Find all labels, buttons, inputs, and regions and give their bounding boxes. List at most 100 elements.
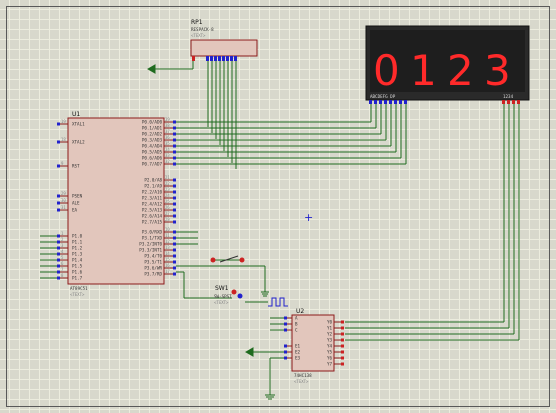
u1-right-pin-label: P2.0/A8 [144, 178, 162, 183]
u1-left-pin-number: 2 [61, 237, 64, 242]
u2-right-pin[interactable]: Y7 [327, 362, 344, 367]
u2-right-pin-label: Y1 [327, 326, 333, 331]
u1-right-pin-number: 23 [165, 187, 170, 192]
u1-right-pin-number: 17 [165, 269, 170, 274]
u1-right-pin-label: P2.6/A14 [142, 214, 163, 219]
rp1-body [190, 39, 258, 57]
u1-right-pin-label: P3.5/T1 [144, 260, 162, 265]
u1-right-pin-number: 37 [165, 129, 170, 134]
u1-right-pin-number: 33 [165, 153, 170, 158]
u1-right-pin-label: P0.7/AD7 [142, 162, 163, 167]
u1-right-pin-label: P3.0/RXD [142, 230, 163, 235]
u2-right-pin-label: Y6 [327, 356, 333, 361]
u2-right-pin[interactable]: Y0 [327, 320, 344, 325]
u1-right-pin-label: P0.2/AD2 [142, 132, 163, 137]
u1-right-pin-label: P3.3/INT1 [139, 248, 162, 253]
u1-left-pin-label: ALE [72, 201, 80, 206]
u1-right-pin-label: P3.1/TXD [142, 236, 163, 241]
display-digit-4: 3 [484, 46, 511, 95]
display-digit-2: 1 [410, 46, 437, 95]
u1-left-pin-number: 6 [61, 261, 64, 266]
u1-left-pin-label: P1.2 [72, 246, 83, 251]
u1-ref: U1 [72, 111, 80, 118]
u2-right-pin[interactable]: Y6 [327, 356, 344, 361]
u1-left-pin-number: 4 [61, 249, 64, 254]
u1-text: <TEXT> [70, 292, 85, 297]
u1-right-pin-number: 16 [165, 263, 170, 268]
display-digit-3: 2 [447, 46, 474, 95]
seven-segment-display: 0 1 2 3 ABCDEFG DP 1234 [365, 25, 530, 104]
u2-text: <TEXT> [294, 379, 309, 384]
u2-right-pin-label: Y4 [327, 344, 333, 349]
u1-left-pin-number: 19 [61, 119, 66, 124]
u2-right-pin[interactable]: Y2 [327, 332, 344, 337]
u1-right-pin-label: P0.0/AD0 [142, 120, 163, 125]
u1-left-pin-number: 1 [61, 231, 64, 236]
u1-right-pin-number: 11 [165, 233, 170, 238]
u1-left-pin-label: EA [72, 208, 78, 213]
u1-left-pin-label: P1.5 [72, 264, 83, 269]
u1-left-pin-number: 29 [61, 191, 66, 196]
clock-waveform [268, 297, 288, 307]
u1-right-pin-number: 39 [165, 117, 170, 122]
u1-left-pin-number: 7 [61, 267, 64, 272]
u2-right-pin-label: Y3 [327, 338, 333, 343]
u1-right-pin-number: 32 [165, 159, 170, 164]
u1-right-pin-number: 10 [165, 227, 170, 232]
display-digit-1: 0 [373, 46, 400, 95]
u2-decoder: U2 74HC138 <TEXT> ABC E1E2E3 Y0Y1Y2Y3Y4Y5… [284, 308, 344, 384]
u1-right-pin-label: P2.4/A12 [142, 202, 163, 207]
u2-part: 74HC138 [294, 373, 312, 378]
display-segment-label: ABCDEFG DP [370, 94, 396, 99]
u2-left-pin-label: E1 [295, 344, 301, 349]
schematic-drawing: RP1 RESPACK-8 <TEXT> 0 1 2 3 ABCDEFG DP … [40, 19, 530, 400]
u1-left-pin-number: 31 [61, 205, 66, 210]
u2-right-pin[interactable]: Y3 [327, 338, 344, 343]
u1-right-pin-label: P0.5/AD5 [142, 150, 163, 155]
switch-text: SW-SPST [214, 294, 232, 299]
rp1-resistor-pack: RP1 RESPACK-8 <TEXT> [190, 19, 258, 61]
switch-terminal-1 [210, 257, 216, 263]
u2-right-pin[interactable]: Y4 [327, 344, 344, 349]
u1-left-pin-number: 5 [61, 255, 64, 260]
u1-left-pin-label: P1.1 [72, 240, 83, 245]
u1-right-pin-number: 25 [165, 199, 170, 204]
u2-right-pin-label: Y7 [327, 362, 333, 367]
switch-sub-text: <TEXT> [214, 300, 229, 305]
u1-right-pin-label: P0.4/AD4 [142, 144, 163, 149]
u1-right-pin-number: 13 [165, 245, 170, 250]
u1-left-pin-number: 18 [61, 137, 66, 142]
u1-right-pin-number: 36 [165, 135, 170, 140]
u2-right-pin-label: Y2 [327, 332, 333, 337]
u1-right-pin-number: 24 [165, 193, 170, 198]
u1-right-pin-label: P3.2/INT0 [139, 242, 162, 247]
u1-left-pin-number: 9 [61, 161, 64, 166]
u1-right-pin-number: 21 [165, 175, 170, 180]
switch-sw1: SW1 SW-SPST <TEXT> [210, 255, 245, 305]
switch-lever [219, 255, 239, 263]
u1-right-pin-number: 28 [165, 217, 170, 222]
u1-right-pin-label: P0.3/AD3 [142, 138, 163, 143]
display-digit-label: 1234 [503, 94, 514, 99]
display-pins [369, 100, 520, 104]
u2-left-pin-label: E2 [295, 350, 301, 355]
u1-right-pin-label: P2.7/A15 [142, 220, 163, 225]
u1-right-pin-label: P3.4/T0 [144, 254, 162, 259]
u1-right-pin-label: P0.1/AD1 [142, 126, 163, 131]
ground-arrow-rp1 [146, 64, 156, 74]
u2-right-pin[interactable]: Y1 [327, 326, 344, 331]
switch-ref: SW1 [215, 285, 229, 292]
u2-right-pin[interactable]: Y5 [327, 350, 344, 355]
u2-left-pin[interactable]: B [284, 322, 298, 327]
u1-right-pin-label: P2.3/A11 [142, 196, 163, 201]
u1-left-pin-number: 30 [61, 198, 66, 203]
u1-left-pin-label: XTAL2 [72, 140, 85, 145]
u1-right-pin-number: 27 [165, 211, 170, 216]
u1-right-pin-number: 34 [165, 147, 170, 152]
u2-left-pin[interactable]: A [284, 316, 298, 321]
ground-arrow-u2 [244, 347, 254, 357]
switch-terminal-4 [237, 293, 243, 299]
u2-left-pin[interactable]: C [284, 328, 298, 333]
u1-right-pin-number: 14 [165, 251, 170, 256]
u1-left-pin-label: P1.7 [72, 276, 83, 281]
